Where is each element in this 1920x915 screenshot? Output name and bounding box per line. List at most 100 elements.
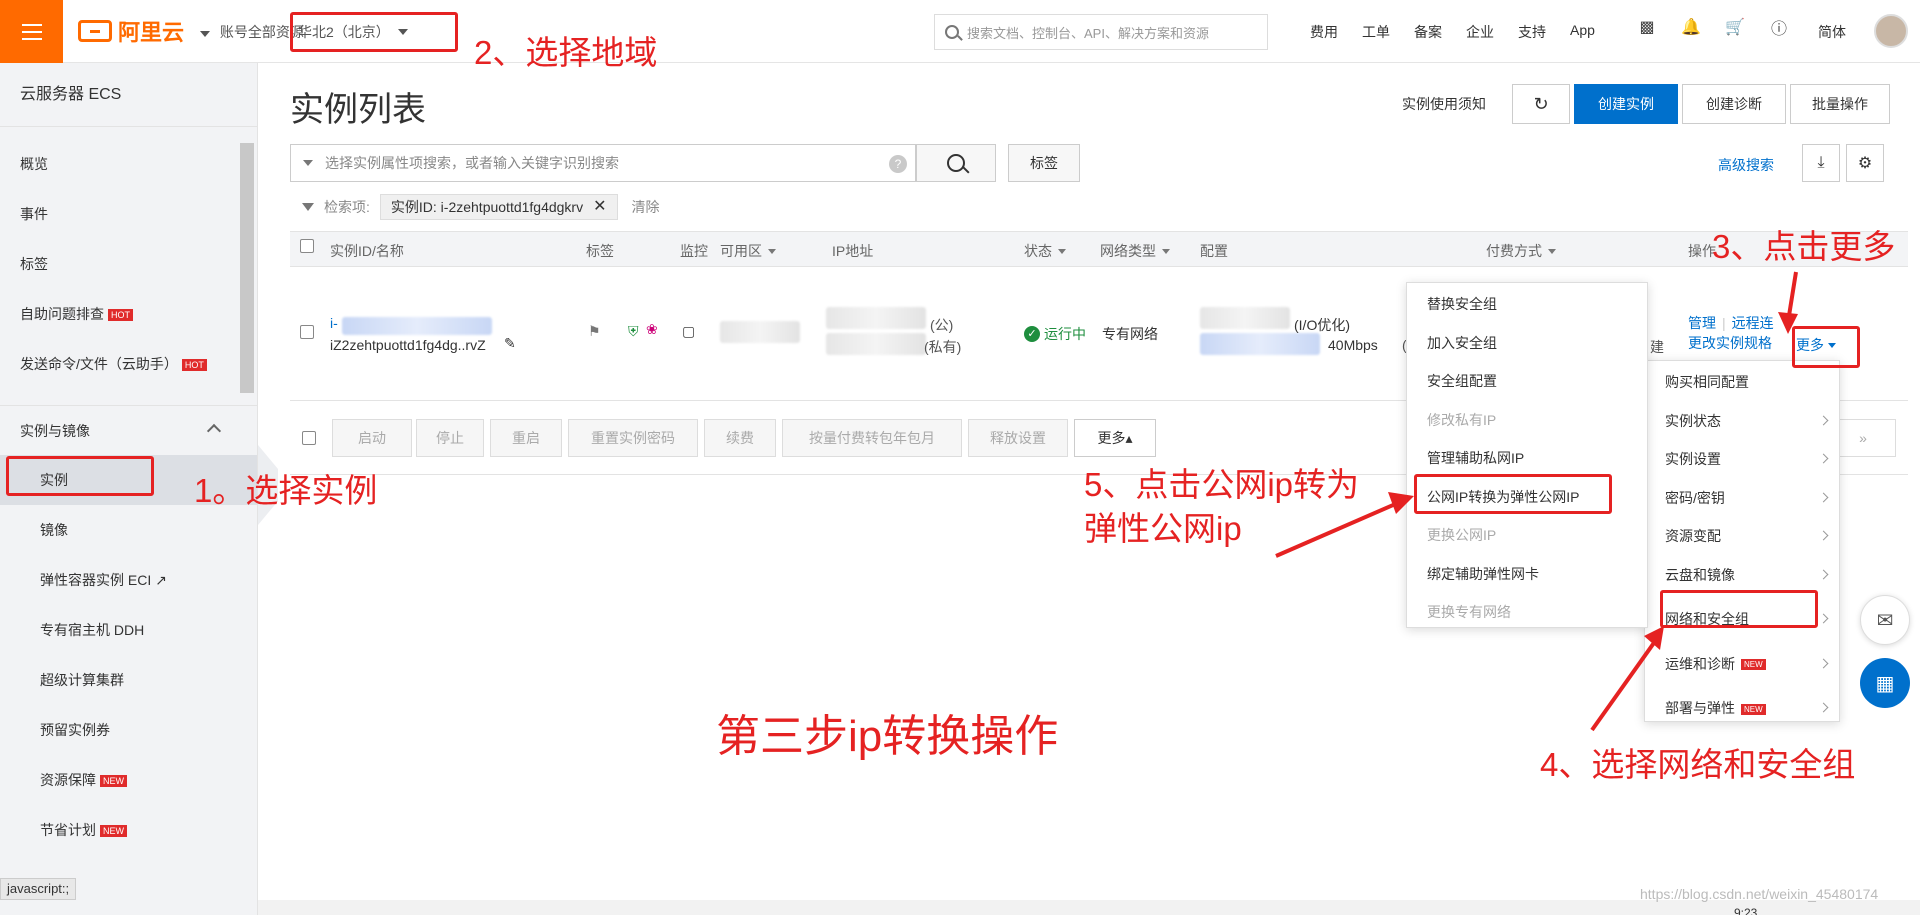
menu-item-join-sg[interactable]: 加入安全组 xyxy=(1407,324,1647,363)
menu-item-buy-same-config[interactable]: 购买相同配置 xyxy=(1645,363,1839,402)
convert-to-subscription-button[interactable]: 按量付费转包年包月 xyxy=(782,419,962,457)
language-switch[interactable]: 简体 xyxy=(1818,22,1846,42)
new-badge: NEW xyxy=(1741,659,1766,670)
sidebar-item-savings-plan[interactable]: 节省计划NEW xyxy=(0,805,257,855)
batch-select-checkbox[interactable] xyxy=(302,431,316,445)
instance-filter-input[interactable]: 选择实例属性项搜索，或者输入关键字识别搜索 ? xyxy=(290,144,916,182)
search-button[interactable] xyxy=(916,144,996,182)
app-icon[interactable]: ❀ xyxy=(646,321,658,338)
edit-name-icon[interactable]: ✎ xyxy=(504,335,516,352)
menu-item-change-public-ip[interactable]: 更换公网IP xyxy=(1407,516,1647,555)
menu-item-change-vpc[interactable]: 更换专有网络 xyxy=(1407,593,1647,632)
col-network-type[interactable]: 网络类型 xyxy=(1100,241,1170,261)
avatar[interactable] xyxy=(1874,14,1908,48)
status-running: ✓ 运行中 xyxy=(1024,324,1086,344)
col-billing[interactable]: 付费方式 xyxy=(1486,241,1556,261)
nav-support[interactable]: 支持 xyxy=(1518,22,1546,42)
chat-icon[interactable]: ✉ xyxy=(1860,595,1910,645)
tag-icon[interactable]: ⚑ xyxy=(588,323,601,340)
search-items-label: 检索项: xyxy=(324,197,370,217)
refresh-button[interactable]: ↻ xyxy=(1512,84,1570,124)
close-icon[interactable]: ✕ xyxy=(593,199,606,215)
help-icon[interactable]: ? xyxy=(889,155,907,173)
nav-tickets[interactable]: 工单 xyxy=(1362,22,1390,42)
sidebar-item-tags[interactable]: 标签 xyxy=(0,239,257,289)
start-button-2[interactable]: 启动 xyxy=(332,419,412,457)
col-zone[interactable]: 可用区 xyxy=(720,241,776,261)
top-icons: ▩ 🔔 🛒 ⓘ xyxy=(1636,16,1790,38)
menu-item-modify-private-ip[interactable]: 修改私有IP xyxy=(1407,401,1647,440)
column-label: 状态 xyxy=(1024,241,1052,261)
global-search-input[interactable]: 搜索文档、控制台、API、解决方案和资源 xyxy=(934,14,1268,50)
sidebar-item-reserved-instances[interactable]: 预留实例券 xyxy=(0,705,257,755)
sidebar-item-overview[interactable]: 概览 xyxy=(0,139,257,189)
menu-item-instance-status[interactable]: 实例状态 xyxy=(1645,402,1839,441)
release-settings-button[interactable]: 释放设置 xyxy=(968,419,1068,457)
create-instance-button[interactable]: 创建实例 xyxy=(1574,84,1678,124)
cart-icon[interactable]: 🛒 xyxy=(1724,16,1746,38)
nav-icp[interactable]: 备案 xyxy=(1414,22,1442,42)
apps-grid-icon[interactable]: ▦ xyxy=(1860,658,1910,708)
select-all-checkbox[interactable] xyxy=(300,239,314,253)
reset-password-button[interactable]: 重置实例密码 xyxy=(568,419,698,457)
monitor-chart-icon[interactable]: ▢ xyxy=(682,323,695,340)
annotation-box-instances xyxy=(6,456,154,496)
batch-operations-button[interactable]: 批量操作 xyxy=(1790,84,1890,124)
renew-button[interactable]: 续费 xyxy=(704,419,776,457)
nav-app[interactable]: App xyxy=(1570,22,1595,42)
row-checkbox[interactable] xyxy=(300,325,314,339)
terminal-icon[interactable]: ▩ xyxy=(1636,16,1658,38)
chevron-right-icon xyxy=(1819,531,1829,541)
nav-fees[interactable]: 费用 xyxy=(1310,22,1338,42)
nav-enterprise[interactable]: 企业 xyxy=(1466,22,1494,42)
network-type: 专有网络 xyxy=(1102,324,1158,344)
change-spec-link[interactable]: 更改实例规格 xyxy=(1688,333,1772,353)
advanced-search-link[interactable]: 高级搜索 xyxy=(1718,155,1774,175)
menu-item-bind-eni[interactable]: 绑定辅助弹性网卡 xyxy=(1407,555,1647,594)
row-actions-line1: 管理|远程连 xyxy=(1688,313,1774,333)
chevron-right-icon xyxy=(1819,703,1829,713)
sidebar-item-images[interactable]: 镜像 xyxy=(0,505,257,555)
hot-badge: HOT xyxy=(108,309,133,321)
tag-filter-button[interactable]: 标签 xyxy=(1008,144,1080,182)
menu-item-resource-change[interactable]: 资源变配 xyxy=(1645,517,1839,556)
account-scope-selector[interactable]: 账号全部资源 xyxy=(200,22,304,42)
sidebar-item-resource-guarantee[interactable]: 资源保障NEW xyxy=(0,755,257,805)
menu-item-deploy-elastic[interactable]: 部署与弹性NEW xyxy=(1645,689,1839,728)
menu-icon[interactable] xyxy=(0,0,63,63)
col-tags: 标签 xyxy=(586,241,614,261)
instance-id-link[interactable]: i- xyxy=(330,315,338,331)
aliyun-logo[interactable]: 阿里云 xyxy=(78,16,184,46)
col-status[interactable]: 状态 xyxy=(1024,241,1066,261)
sidebar-item-events[interactable]: 事件 xyxy=(0,189,257,239)
manage-link[interactable]: 管理 xyxy=(1688,315,1716,331)
menu-item-instance-settings[interactable]: 实例设置 xyxy=(1645,440,1839,479)
menu-item-password-key[interactable]: 密码/密钥 xyxy=(1645,479,1839,518)
network-security-submenu: 替换安全组 加入安全组 安全组配置 修改私有IP 管理辅助私网IP 公网IP转换… xyxy=(1406,282,1648,628)
menu-item-manage-secondary-ip[interactable]: 管理辅助私网IP xyxy=(1407,439,1647,478)
remote-connect-link[interactable]: 远程连 xyxy=(1732,315,1774,331)
shield-icon[interactable]: ⛨ xyxy=(628,323,639,340)
batch-more-button[interactable]: 更多▴ xyxy=(1074,419,1156,457)
menu-item-replace-sg[interactable]: 替换安全组 xyxy=(1407,285,1647,324)
bell-icon[interactable]: 🔔 xyxy=(1680,16,1702,38)
download-button[interactable]: ⤓ xyxy=(1802,144,1840,182)
sidebar-item-send-command[interactable]: 发送命令/文件（云助手）HOT xyxy=(0,339,257,389)
restart-button[interactable]: 重启 xyxy=(490,419,562,457)
instance-usage-notice-link[interactable]: 实例使用须知 xyxy=(1402,94,1486,114)
menu-item-sg-config[interactable]: 安全组配置 xyxy=(1407,362,1647,401)
sidebar-scrollbar[interactable] xyxy=(240,143,254,393)
help-icon[interactable]: ⓘ xyxy=(1768,16,1790,38)
menu-item-ops-diagnosis[interactable]: 运维和诊断NEW xyxy=(1645,645,1839,684)
sidebar-group-label: 实例与镜像 xyxy=(20,423,90,439)
sidebar-group-instances-images[interactable]: 实例与镜像 xyxy=(0,405,257,455)
sidebar-item-eci[interactable]: 弹性容器实例 ECI ↗ xyxy=(0,555,257,605)
sidebar-item-scc[interactable]: 超级计算集群 xyxy=(0,655,257,705)
sidebar-item-self-troubleshoot[interactable]: 自助问题排查HOT xyxy=(0,289,257,339)
settings-button[interactable]: ⚙ xyxy=(1846,144,1884,182)
clear-search-link[interactable]: 清除 xyxy=(632,197,660,217)
sidebar-item-ddh[interactable]: 专有宿主机 DDH xyxy=(0,605,257,655)
menu-item-disks-images[interactable]: 云盘和镜像 xyxy=(1645,556,1839,595)
create-diagnosis-button[interactable]: 创建诊断 xyxy=(1682,84,1786,124)
stop-button[interactable]: 停止 xyxy=(416,419,484,457)
